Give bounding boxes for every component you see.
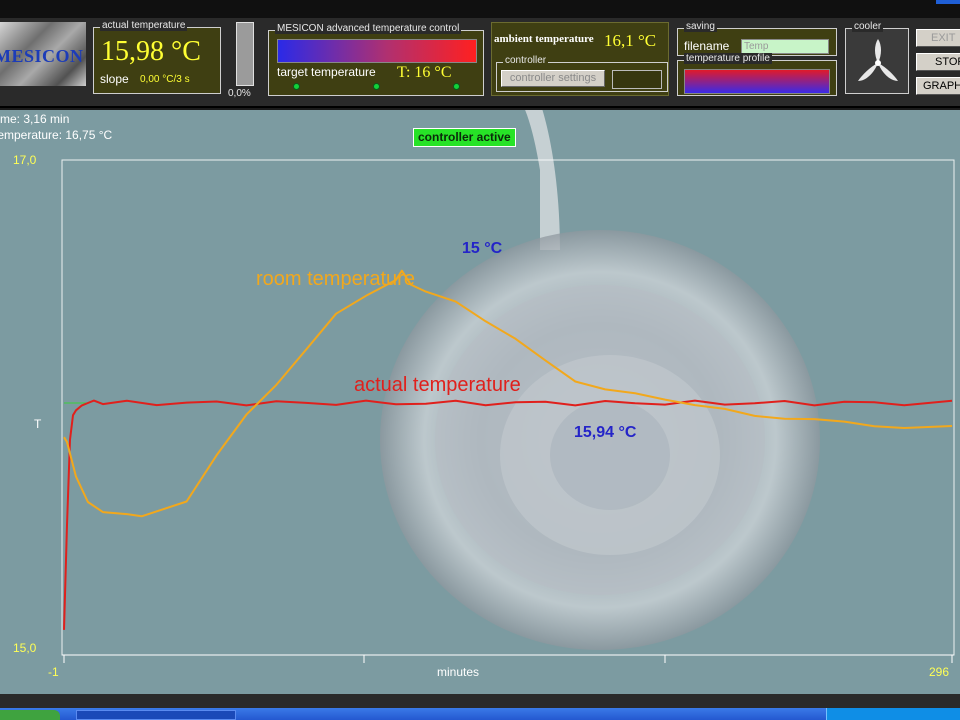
controller-legend: controller bbox=[503, 55, 549, 66]
saving-panel: saving filename Temp bbox=[677, 21, 837, 56]
status-strip bbox=[0, 694, 960, 708]
fan-icon[interactable] bbox=[850, 35, 906, 91]
temperature-chart bbox=[61, 159, 955, 663]
target-value-annotation: 15 °C bbox=[462, 240, 503, 257]
actual-temperature-panel: actual temperature 15,98 °C slope 0,00 °… bbox=[93, 20, 221, 94]
actual-temperature-value: 15,98 °C bbox=[101, 36, 201, 67]
graph-button[interactable]: GRAPH bbox=[916, 77, 960, 95]
target-gradient-bar[interactable] bbox=[277, 39, 477, 63]
status-led bbox=[453, 83, 460, 90]
plot-frame bbox=[61, 159, 955, 656]
status-led bbox=[373, 83, 380, 90]
filename-input[interactable]: Temp bbox=[741, 39, 829, 54]
controller-settings-button[interactable]: controller settings bbox=[501, 70, 605, 87]
actual-temperature-legend: actual temperature bbox=[100, 20, 188, 31]
x-tick-label-min: -1 bbox=[48, 665, 59, 679]
x-axis-label: minutes bbox=[437, 665, 480, 679]
status-led bbox=[293, 83, 300, 90]
controller-panel: controller controller settings bbox=[496, 55, 668, 92]
title-bar-button[interactable] bbox=[936, 0, 960, 4]
slope-value: 0,00 °C/3 s bbox=[140, 74, 190, 85]
temperature-control-panel: MESICON advanced temperature control tar… bbox=[268, 23, 484, 96]
ambient-temperature-value: 16,1 °C bbox=[604, 31, 657, 50]
taskbar bbox=[0, 708, 960, 720]
stop-button[interactable]: STOP bbox=[916, 53, 960, 71]
start-button[interactable] bbox=[0, 710, 60, 720]
controller-indicator bbox=[612, 70, 662, 89]
ambient-temperature-label: ambient temperature bbox=[494, 33, 594, 45]
exit-button[interactable]: EXIT bbox=[916, 29, 960, 47]
measured-value-annotation: 15,94 °C bbox=[574, 424, 637, 441]
time-readout: time: 3,16 min bbox=[0, 112, 70, 126]
y-tick-label-target: T bbox=[34, 417, 42, 431]
y-tick-label-max: 17,0 bbox=[13, 153, 37, 167]
temperature-profile-panel: temperature profile bbox=[677, 53, 837, 96]
power-gauge-label: 0,0% bbox=[228, 88, 251, 99]
temperature-control-legend: MESICON advanced temperature control bbox=[275, 23, 462, 34]
system-tray bbox=[826, 708, 960, 720]
filename-label: filename bbox=[684, 39, 730, 53]
temperature-profile-legend: temperature profile bbox=[684, 53, 772, 64]
actual-temperature-series bbox=[63, 399, 953, 630]
room-temperature-annotation: room temperature bbox=[256, 268, 415, 290]
saving-legend: saving bbox=[684, 21, 717, 32]
target-temperature-label: target temperature bbox=[277, 65, 376, 79]
temperature-readout: temperature: 16,75 °C bbox=[0, 128, 113, 142]
logo-text: MESICON bbox=[0, 46, 84, 66]
logo: MESICON bbox=[0, 22, 86, 86]
cooler-legend: cooler bbox=[852, 21, 884, 32]
target-temperature-value: T: 16 °C bbox=[397, 64, 452, 81]
taskbar-item[interactable] bbox=[76, 710, 236, 720]
controller-active-badge: controller active bbox=[413, 128, 516, 147]
slope-label: slope bbox=[100, 72, 129, 86]
y-tick-label-min: 15,0 bbox=[13, 641, 37, 655]
title-bar bbox=[0, 0, 960, 20]
x-tick-label-max: 296 bbox=[929, 665, 950, 679]
power-gauge bbox=[236, 22, 254, 86]
actual-temperature-annotation: actual temperature bbox=[354, 374, 521, 396]
temperature-profile-bar[interactable] bbox=[684, 69, 830, 94]
graph-area: time: 3,16 min temperature: 16,75 °C 17,… bbox=[0, 110, 960, 694]
cooler-panel: cooler bbox=[845, 21, 909, 94]
